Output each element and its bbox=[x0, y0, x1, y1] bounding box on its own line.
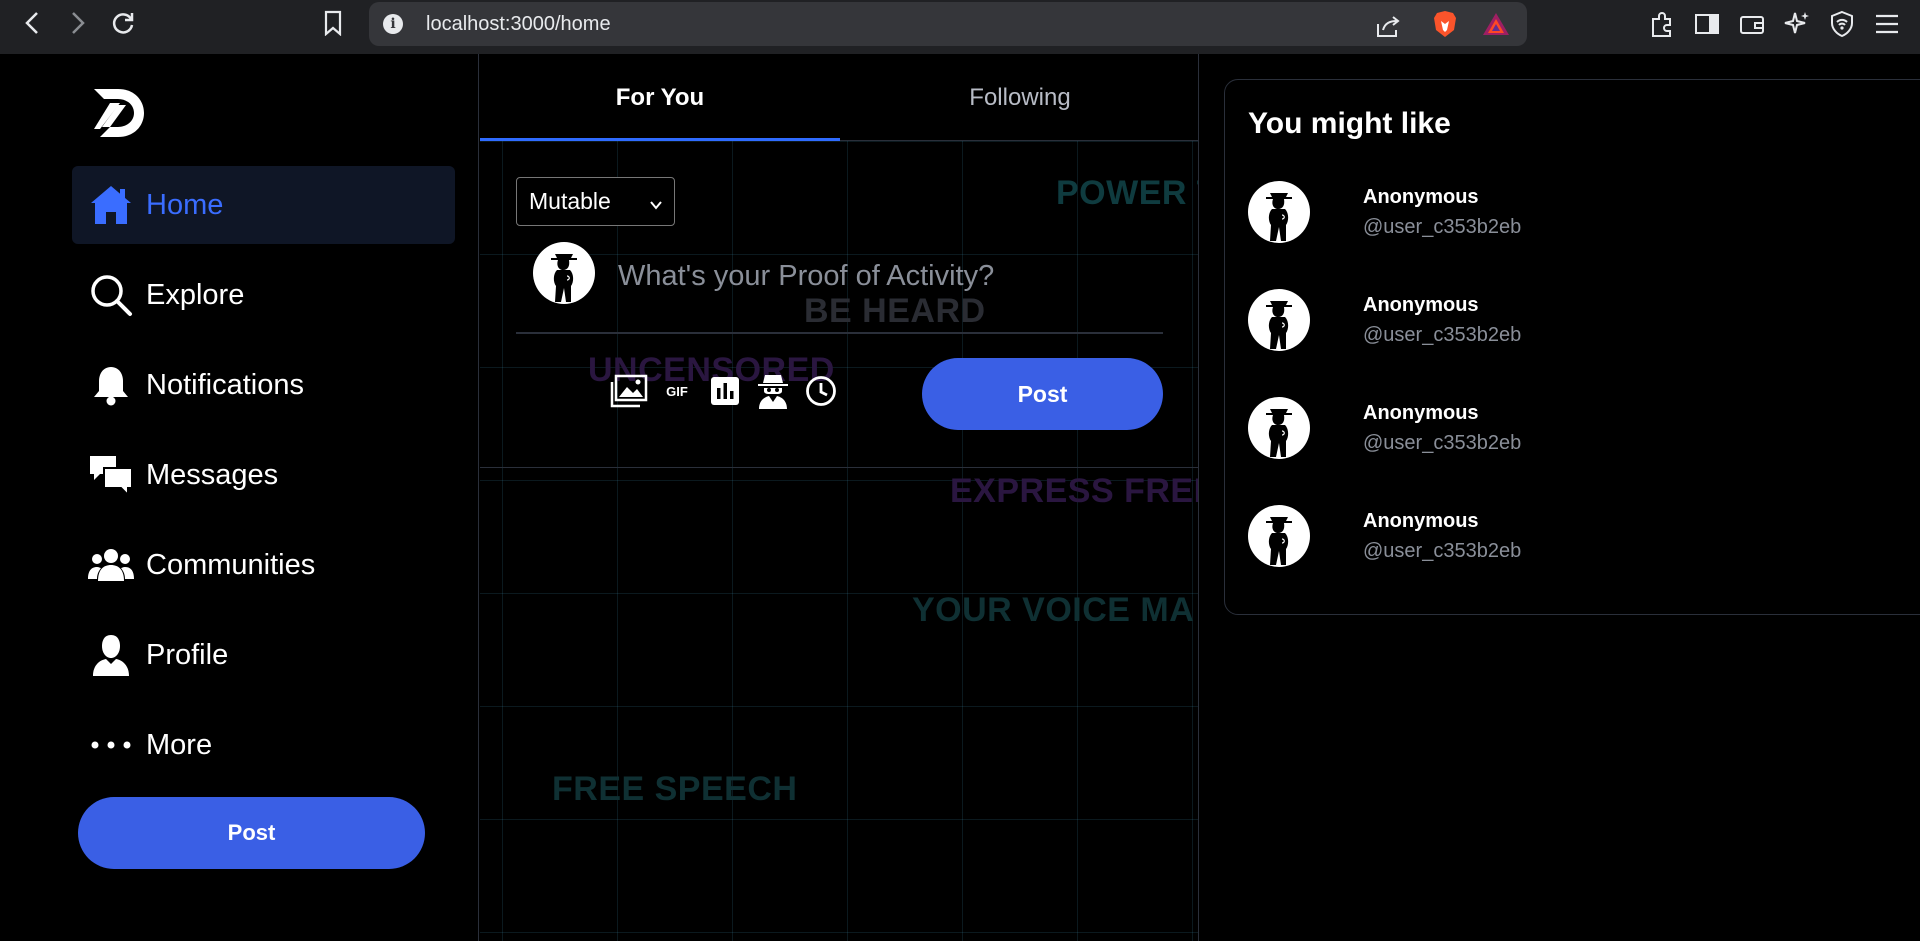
sidebar-item-communities[interactable]: Communities bbox=[72, 526, 455, 604]
people-icon bbox=[88, 542, 134, 588]
url-text: localhost:3000/home bbox=[426, 13, 611, 35]
left-sidebar: Home Explore Notifications Messages Comm… bbox=[0, 54, 479, 941]
post-submit-button[interactable]: Post bbox=[922, 358, 1163, 430]
user-icon bbox=[88, 632, 134, 678]
bookmark-icon[interactable] bbox=[318, 8, 348, 38]
suggestion-name: Anonymous bbox=[1363, 294, 1479, 316]
main-feed: POWER T BE HEARD UNCENSORED EXPRESS FREE… bbox=[480, 54, 1199, 941]
browser-toolbar: i localhost:3000/home bbox=[0, 0, 1920, 54]
bell-icon bbox=[88, 362, 134, 408]
suggestion-handle: @user_c353b2eb bbox=[1363, 216, 1522, 238]
schedule-icon[interactable] bbox=[802, 372, 840, 410]
avatar bbox=[1248, 397, 1310, 459]
poll-icon[interactable] bbox=[706, 372, 744, 410]
suggestion-handle: @user_c353b2eb bbox=[1363, 432, 1522, 454]
suggestion-item[interactable]: Anonymous @user_c353b2eb bbox=[1248, 181, 1848, 245]
sidebar-post-button[interactable]: Post bbox=[78, 797, 425, 869]
sidebar-item-label: Explore bbox=[146, 278, 245, 311]
share-icon[interactable] bbox=[1375, 14, 1401, 43]
suggestion-name: Anonymous bbox=[1363, 510, 1479, 532]
sidebar-item-more[interactable]: More bbox=[72, 706, 455, 784]
home-icon bbox=[88, 182, 134, 228]
avatar bbox=[533, 242, 595, 304]
background-word: FREE SPEECH bbox=[552, 770, 798, 808]
anonymous-icon[interactable] bbox=[754, 372, 792, 410]
app-logo[interactable] bbox=[92, 87, 146, 144]
back-icon[interactable] bbox=[18, 8, 48, 38]
reload-icon[interactable] bbox=[108, 8, 138, 38]
post-input[interactable]: What's your Proof of Activity? bbox=[618, 260, 994, 293]
background-word: YOUR VOICE MA bbox=[912, 591, 1195, 629]
wallet-icon[interactable] bbox=[1738, 10, 1766, 38]
vpn-icon[interactable] bbox=[1828, 10, 1856, 38]
sidebar-item-notifications[interactable]: Notifications bbox=[72, 346, 455, 424]
suggestion-item[interactable]: Anonymous @user_c353b2eb bbox=[1248, 289, 1848, 353]
image-icon[interactable] bbox=[610, 372, 648, 410]
chevron-down-icon bbox=[648, 192, 664, 219]
sidebar-item-label: Messages bbox=[146, 458, 279, 491]
tab-for-you[interactable]: For You bbox=[480, 54, 840, 141]
suggestions-title: You might like bbox=[1248, 107, 1451, 140]
sidebar-item-label: More bbox=[146, 728, 213, 761]
sidebar-item-home[interactable]: Home bbox=[72, 166, 455, 244]
leo-ai-icon[interactable] bbox=[1783, 10, 1811, 38]
address-bar[interactable]: i localhost:3000/home bbox=[369, 2, 1527, 46]
search-icon bbox=[88, 272, 134, 318]
menu-icon[interactable] bbox=[1873, 10, 1901, 38]
suggestions-panel: You might like Anonymous @user_c353b2eb … bbox=[1224, 79, 1920, 615]
site-info-icon[interactable]: i bbox=[383, 14, 403, 34]
active-tab-indicator bbox=[480, 138, 840, 141]
visibility-value: Mutable bbox=[529, 188, 611, 214]
more-icon bbox=[88, 722, 134, 768]
sidebar-item-label: Notifications bbox=[146, 368, 304, 401]
suggestion-handle: @user_c353b2eb bbox=[1363, 540, 1522, 562]
visibility-select[interactable]: Mutable bbox=[516, 177, 675, 226]
suggestion-item[interactable]: Anonymous @user_c353b2eb bbox=[1248, 397, 1848, 461]
suggestion-handle: @user_c353b2eb bbox=[1363, 324, 1522, 346]
tab-following[interactable]: Following bbox=[840, 54, 1198, 141]
sidebar-item-label: Profile bbox=[146, 638, 229, 671]
avatar bbox=[1248, 505, 1310, 567]
post-composer: Mutable What's your Proof of Activity? G… bbox=[480, 142, 1198, 468]
extensions-icon[interactable] bbox=[1648, 10, 1676, 38]
brave-rewards-icon[interactable] bbox=[1482, 12, 1510, 41]
sidebar-item-label: Communities bbox=[146, 548, 316, 581]
sidebar-item-profile[interactable]: Profile bbox=[72, 616, 455, 694]
avatar bbox=[1248, 289, 1310, 351]
sidebar-item-label: Home bbox=[146, 188, 224, 221]
brave-shields-icon[interactable] bbox=[1433, 10, 1457, 43]
sidebar-item-messages[interactable]: Messages bbox=[72, 436, 455, 514]
background-word: EXPRESS FREEL bbox=[950, 472, 1198, 510]
composer-divider bbox=[516, 332, 1163, 334]
forward-icon[interactable] bbox=[62, 8, 92, 38]
suggestion-name: Anonymous bbox=[1363, 186, 1479, 208]
avatar bbox=[1248, 181, 1310, 243]
sidebar-item-explore[interactable]: Explore bbox=[72, 256, 455, 334]
suggestion-item[interactable]: Anonymous @user_c353b2eb bbox=[1248, 505, 1848, 569]
suggestion-name: Anonymous bbox=[1363, 402, 1479, 424]
gif-icon[interactable]: GIF bbox=[658, 372, 696, 410]
chat-icon bbox=[88, 452, 134, 498]
sidebar-toggle-icon[interactable] bbox=[1693, 10, 1721, 38]
feed-tabs: For You Following bbox=[480, 54, 1198, 141]
